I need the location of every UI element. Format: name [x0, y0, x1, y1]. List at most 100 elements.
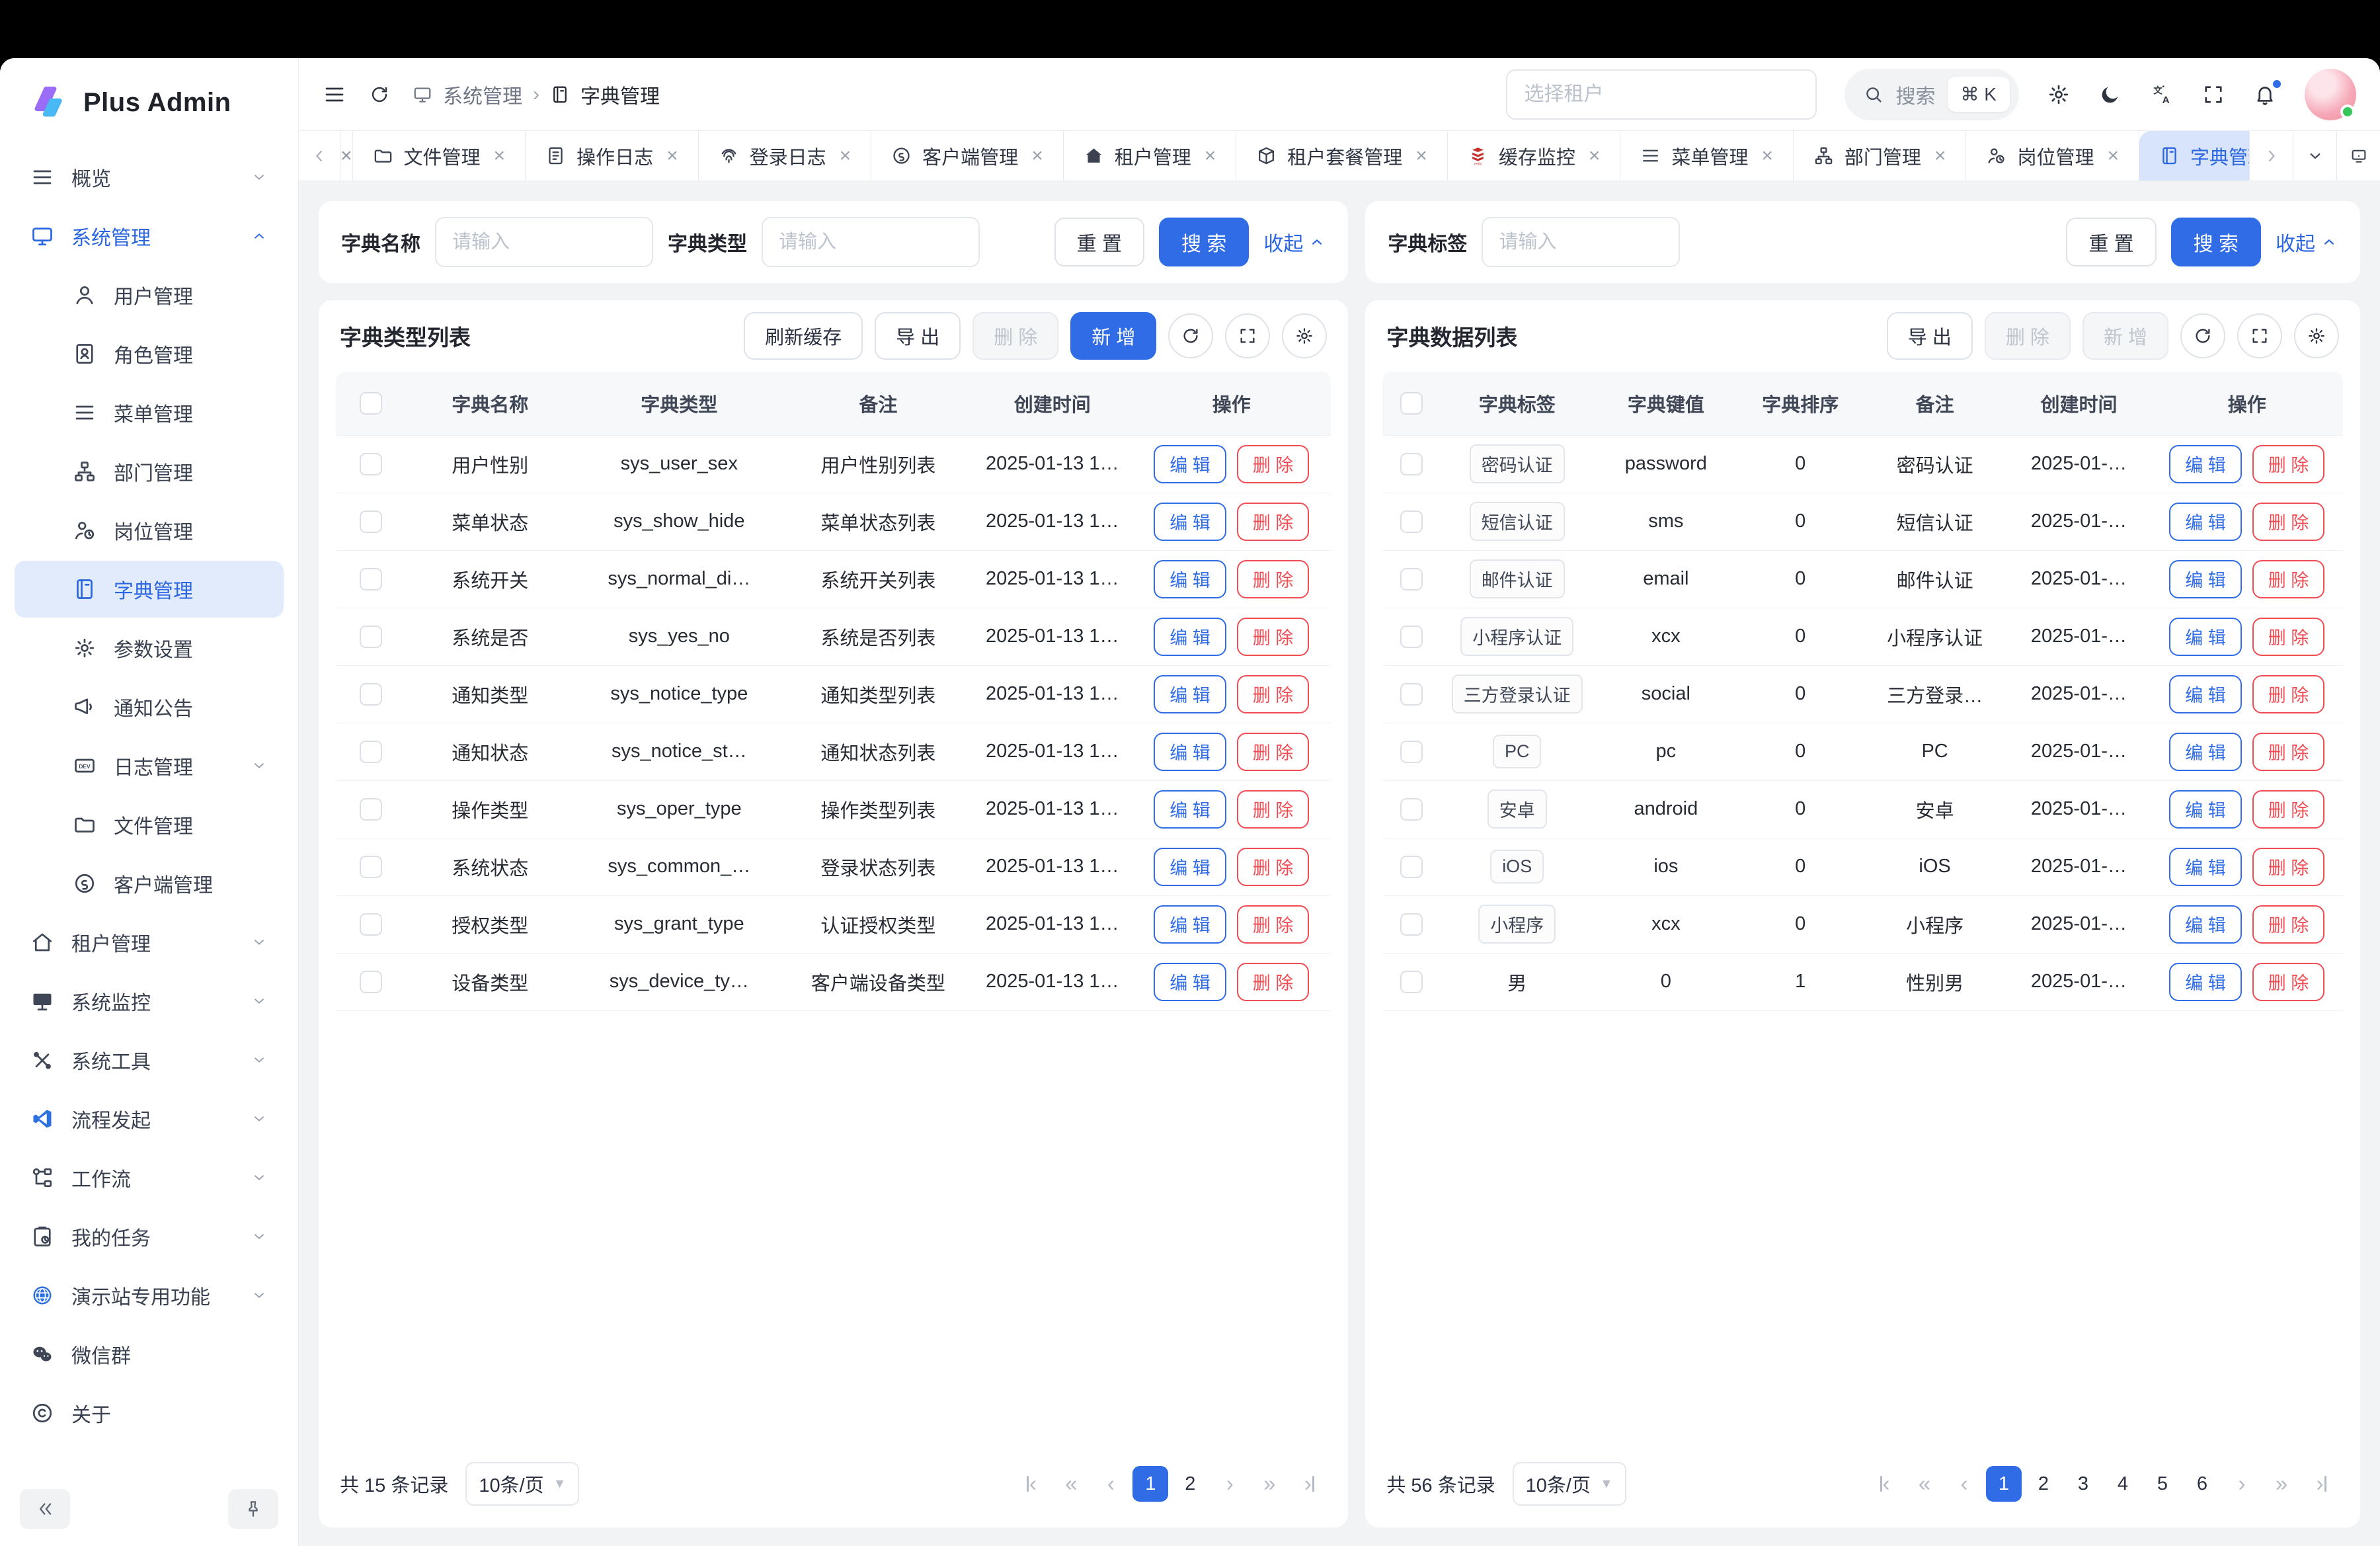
pagination-page-6[interactable]: 6	[2184, 1466, 2220, 1502]
row-checkbox[interactable]	[1400, 913, 1423, 936]
pagination-first-button[interactable]: ‹	[1013, 1466, 1049, 1502]
export-button[interactable]: 导 出	[875, 312, 961, 360]
tenant-select-input[interactable]	[1506, 69, 1817, 120]
pagination-page-1[interactable]: 1	[1132, 1466, 1168, 1502]
sidebar-item-post-management[interactable]: 岗位管理	[15, 502, 284, 559]
tab-oper-log[interactable]: 操作日志×	[526, 131, 699, 181]
pagination-prev-10-button[interactable]: «	[1907, 1466, 1942, 1502]
edit-button[interactable]: 编 辑	[1154, 733, 1226, 771]
delete-button[interactable]: 删 除	[1237, 733, 1310, 771]
row-checkbox[interactable]	[1400, 856, 1423, 878]
edit-button[interactable]: 编 辑	[2169, 905, 2242, 944]
edit-button[interactable]: 编 辑	[1154, 503, 1226, 541]
delete-button[interactable]: 删 除	[2252, 733, 2325, 771]
tab-overflow-close[interactable]: ×	[340, 131, 353, 181]
sidebar-item-file-management[interactable]: 文件管理	[15, 796, 284, 853]
sidebar-item-system-monitor[interactable]: 系统监控	[15, 973, 284, 1030]
pagination-next-button[interactable]: ›	[1212, 1466, 1248, 1502]
page-size-select[interactable]: 10条/页▼	[1513, 1462, 1626, 1506]
tab-close-icon[interactable]: ×	[494, 145, 506, 167]
page-refresh-button[interactable]	[369, 84, 390, 105]
export-button[interactable]: 导 出	[1887, 312, 1973, 360]
row-checkbox[interactable]	[1400, 510, 1423, 533]
row-checkbox[interactable]	[1400, 453, 1423, 475]
pagination-page-2[interactable]: 2	[2026, 1466, 2061, 1502]
row-checkbox[interactable]	[360, 856, 382, 878]
sidebar-item-role-management[interactable]: 角色管理	[15, 325, 284, 382]
delete-button[interactable]: 删 除	[2252, 618, 2325, 656]
settings-gear-button[interactable]	[2047, 83, 2071, 106]
dict-name-input[interactable]	[435, 217, 653, 267]
sidebar-item-dict-management[interactable]: 字典管理	[15, 561, 284, 618]
sidebar-item-menu-management[interactable]: 菜单管理	[15, 384, 284, 441]
dark-mode-toggle-button[interactable]	[2098, 83, 2122, 106]
pagination-prev-button[interactable]: ‹	[1946, 1466, 1982, 1502]
edit-button[interactable]: 编 辑	[1154, 560, 1226, 598]
tab-client-management[interactable]: 客户端管理×	[871, 131, 1064, 181]
delete-button[interactable]: 删 除	[1237, 790, 1310, 829]
sidebar-item-demo-features[interactable]: 演示站专用功能	[15, 1267, 284, 1324]
edit-button[interactable]: 编 辑	[1154, 848, 1226, 886]
tab-close-icon[interactable]: ×	[1589, 145, 1601, 167]
tabs-scroll-left-button[interactable]	[299, 131, 340, 181]
row-checkbox[interactable]	[1400, 798, 1423, 821]
dict-type-input[interactable]	[762, 217, 980, 267]
language-toggle-button[interactable]: 文A	[2150, 83, 2174, 106]
dict-label-input[interactable]	[1482, 217, 1680, 267]
reset-button[interactable]: 重 置	[1054, 218, 1144, 266]
table-fullscreen-button[interactable]	[1225, 313, 1270, 358]
table-refresh-button[interactable]	[2180, 313, 2225, 358]
pagination-page-1[interactable]: 1	[1986, 1466, 2022, 1502]
table-settings-button[interactable]	[2294, 313, 2339, 358]
edit-button[interactable]: 编 辑	[2169, 618, 2242, 656]
collapse-filters-link[interactable]: 收起	[2276, 227, 2338, 257]
pagination-page-4[interactable]: 4	[2105, 1466, 2141, 1502]
refresh-cache-button[interactable]: 刷新缓存	[744, 312, 863, 360]
select-all-checkbox[interactable]	[360, 392, 382, 415]
sidebar-item-log-management[interactable]: DEV日志管理	[15, 737, 284, 794]
sidebar-item-overview[interactable]: 概览	[15, 149, 284, 206]
row-checkbox[interactable]	[360, 510, 382, 533]
tab-menu-management[interactable]: 菜单管理×	[1620, 131, 1794, 181]
pagination-next-10-button[interactable]: »	[1251, 1466, 1287, 1502]
delete-button[interactable]: 删 除	[1237, 848, 1310, 886]
row-checkbox[interactable]	[360, 683, 382, 706]
edit-button[interactable]: 编 辑	[1154, 963, 1226, 1001]
row-checkbox[interactable]	[360, 913, 382, 936]
page-size-select[interactable]: 10条/页▼	[465, 1462, 579, 1506]
table-settings-button[interactable]	[1282, 313, 1327, 358]
edit-button[interactable]: 编 辑	[1154, 675, 1226, 713]
tab-dict-management[interactable]: 字典管理×	[2139, 131, 2249, 181]
delete-button[interactable]: 删 除	[1237, 675, 1310, 713]
sidebar-item-dept-management[interactable]: 部门管理	[15, 443, 284, 500]
select-all-checkbox[interactable]	[1400, 392, 1423, 415]
delete-button[interactable]: 删 除	[2252, 503, 2325, 541]
edit-button[interactable]: 编 辑	[2169, 848, 2242, 886]
row-checkbox[interactable]	[1400, 626, 1423, 648]
sidebar-item-system-management[interactable]: 系统管理	[15, 208, 284, 264]
delete-button[interactable]: 删 除	[1237, 963, 1310, 1001]
delete-button[interactable]: 删 除	[972, 312, 1058, 360]
sidebar-item-about[interactable]: 关于	[15, 1385, 284, 1442]
add-button[interactable]: 新 增	[1070, 312, 1156, 360]
edit-button[interactable]: 编 辑	[2169, 790, 2242, 829]
tab-tenant-package[interactable]: 租户套餐管理×	[1236, 131, 1448, 181]
delete-button[interactable]: 删 除	[1237, 905, 1310, 944]
delete-button[interactable]: 删 除	[2252, 790, 2325, 829]
reset-button[interactable]: 重 置	[2066, 218, 2156, 266]
tab-close-icon[interactable]: ×	[840, 145, 852, 167]
notifications-button[interactable]	[2253, 83, 2277, 106]
pagination-last-button[interactable]: ›	[1291, 1466, 1327, 1502]
sidebar-collapse-button[interactable]	[20, 1489, 70, 1529]
delete-button[interactable]: 删 除	[2252, 963, 2325, 1001]
pagination-next-10-button[interactable]: »	[2264, 1466, 2299, 1502]
edit-button[interactable]: 编 辑	[2169, 445, 2242, 483]
sidebar-toggle-button[interactable]	[323, 83, 346, 106]
tab-close-icon[interactable]: ×	[1761, 145, 1773, 167]
table-fullscreen-button[interactable]	[2237, 313, 2282, 358]
delete-button[interactable]: 删 除	[2252, 675, 2325, 713]
sidebar-item-user-management[interactable]: 用户管理	[15, 266, 284, 323]
edit-button[interactable]: 编 辑	[1154, 618, 1226, 656]
pagination-prev-button[interactable]: ‹	[1093, 1466, 1129, 1502]
delete-button[interactable]: 删 除	[2252, 905, 2325, 944]
